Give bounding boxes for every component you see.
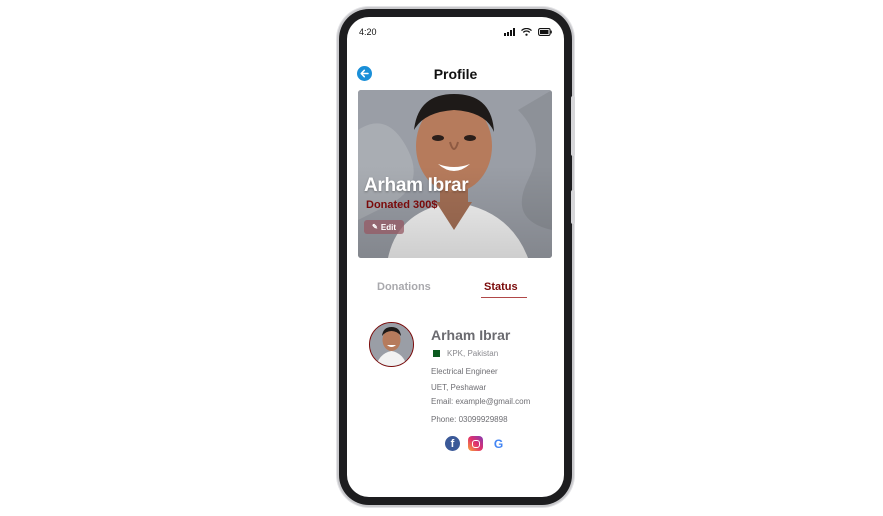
facebook-icon[interactable]: f	[445, 436, 460, 451]
wifi-icon	[521, 28, 532, 36]
status-bar: 4:20	[347, 17, 564, 47]
active-tab-indicator	[481, 297, 527, 298]
social-links: f G	[445, 436, 506, 451]
phone-side-button-lower	[571, 190, 575, 224]
profile-location: KPK, Pakistan	[447, 349, 499, 358]
tab-status[interactable]: Status	[484, 281, 518, 293]
google-icon[interactable]: G	[491, 436, 506, 451]
profile-email: Email: example@gmail.com	[431, 397, 531, 406]
profile-institution: UET, Peshawar	[431, 383, 487, 392]
battery-icon	[538, 28, 552, 36]
edit-button[interactable]: ✎ Edit	[364, 220, 404, 234]
profile-phone: Phone: 03099929898	[431, 415, 508, 424]
phone-side-button-upper	[571, 96, 575, 156]
hero-name: Arham Ibrar	[364, 175, 469, 196]
profile-name: Arham Ibrar	[431, 327, 511, 343]
profile-occupation: Electrical Engineer	[431, 367, 498, 376]
pakistan-flag-icon	[431, 350, 440, 357]
edit-button-label: Edit	[380, 222, 396, 232]
status-icons	[504, 28, 552, 36]
avatar-photo	[370, 323, 413, 366]
profile-hero-card: Arham Ibrar Donated 300$ ✎ Edit	[358, 90, 552, 258]
status-time: 4:20	[359, 27, 377, 37]
page-title: Profile	[433, 66, 478, 82]
instagram-icon[interactable]	[468, 436, 483, 451]
phone-screen: 4:20 Profile Arham Ibrar Donated 300$ ✎ …	[347, 17, 564, 497]
avatar	[369, 322, 414, 367]
donated-amount: Donated 300$	[366, 199, 438, 211]
signal-icon	[504, 28, 515, 36]
tab-donations[interactable]: Donations	[377, 281, 431, 293]
pencil-icon: ✎	[372, 224, 378, 231]
tab-bar: Donations Status	[347, 281, 564, 301]
